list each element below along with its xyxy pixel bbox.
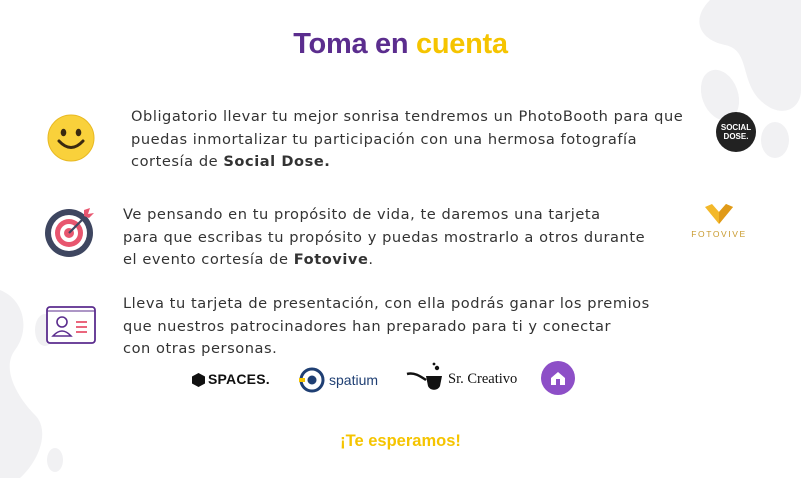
item-2-sponsor-name: Fotovive (293, 251, 369, 268)
item-3-text: Lleva tu tarjeta de presentación, con el… (123, 293, 650, 361)
item-2-suffix: . (368, 251, 374, 268)
item-1-line-1: Obligatorio llevar tu mejor sonrisa tend… (131, 108, 684, 125)
spatium-circle-icon (299, 367, 325, 393)
fotovive-logo: FOTOVIVE (691, 229, 747, 239)
title-part-2: cuenta (416, 28, 508, 60)
purple-badge-icon (541, 361, 575, 395)
item-3-line-3: con otras personas. (123, 340, 278, 357)
smiley-icon (47, 114, 95, 162)
social-dose-logo: SOCIAL DOSE. (716, 112, 756, 152)
spatium-logo: spatium (329, 372, 379, 388)
target-icon (45, 208, 94, 257)
house-icon (551, 372, 565, 385)
item-1-text: Obligatorio llevar tu mejor sonrisa tend… (131, 106, 683, 174)
item-3-line-1: Lleva tu tarjeta de presentación, con el… (123, 295, 650, 312)
item-2-line-3: el evento cortesía de (123, 251, 294, 268)
page-title: Toma en cuenta (0, 28, 801, 61)
item-1-sponsor-name: Social Dose. (223, 153, 331, 170)
sr-creativo-logo: Sr. Creativo (448, 371, 518, 387)
hexagon-icon (192, 373, 205, 387)
social-dose-logo-line-1: SOCIAL (720, 123, 752, 132)
fotovive-heart-icon (705, 204, 733, 224)
social-dose-logo-line-2: DOSE. (723, 132, 749, 141)
item-1-line-3: cortesía de (131, 153, 224, 170)
pipe-icon (406, 362, 442, 390)
item-1-line-2: puedas inmortalizar tu participación con… (131, 130, 638, 148)
item-2-text: Ve pensando en tu propósito de vida, te … (123, 204, 645, 272)
title-part-1: Toma en (293, 28, 409, 60)
item-2-line-1: Ve pensando en tu propósito de vida, te … (123, 206, 601, 223)
id-card-icon (46, 306, 96, 344)
footer-message: ¡Te esperamos! (340, 432, 461, 450)
item-3-line-2: que nuestros patrocinadores han preparad… (123, 317, 612, 335)
spaces-logo: SPACES. (208, 371, 270, 387)
item-2-line-2: para que escribas tu propósito y puedas … (123, 228, 646, 246)
